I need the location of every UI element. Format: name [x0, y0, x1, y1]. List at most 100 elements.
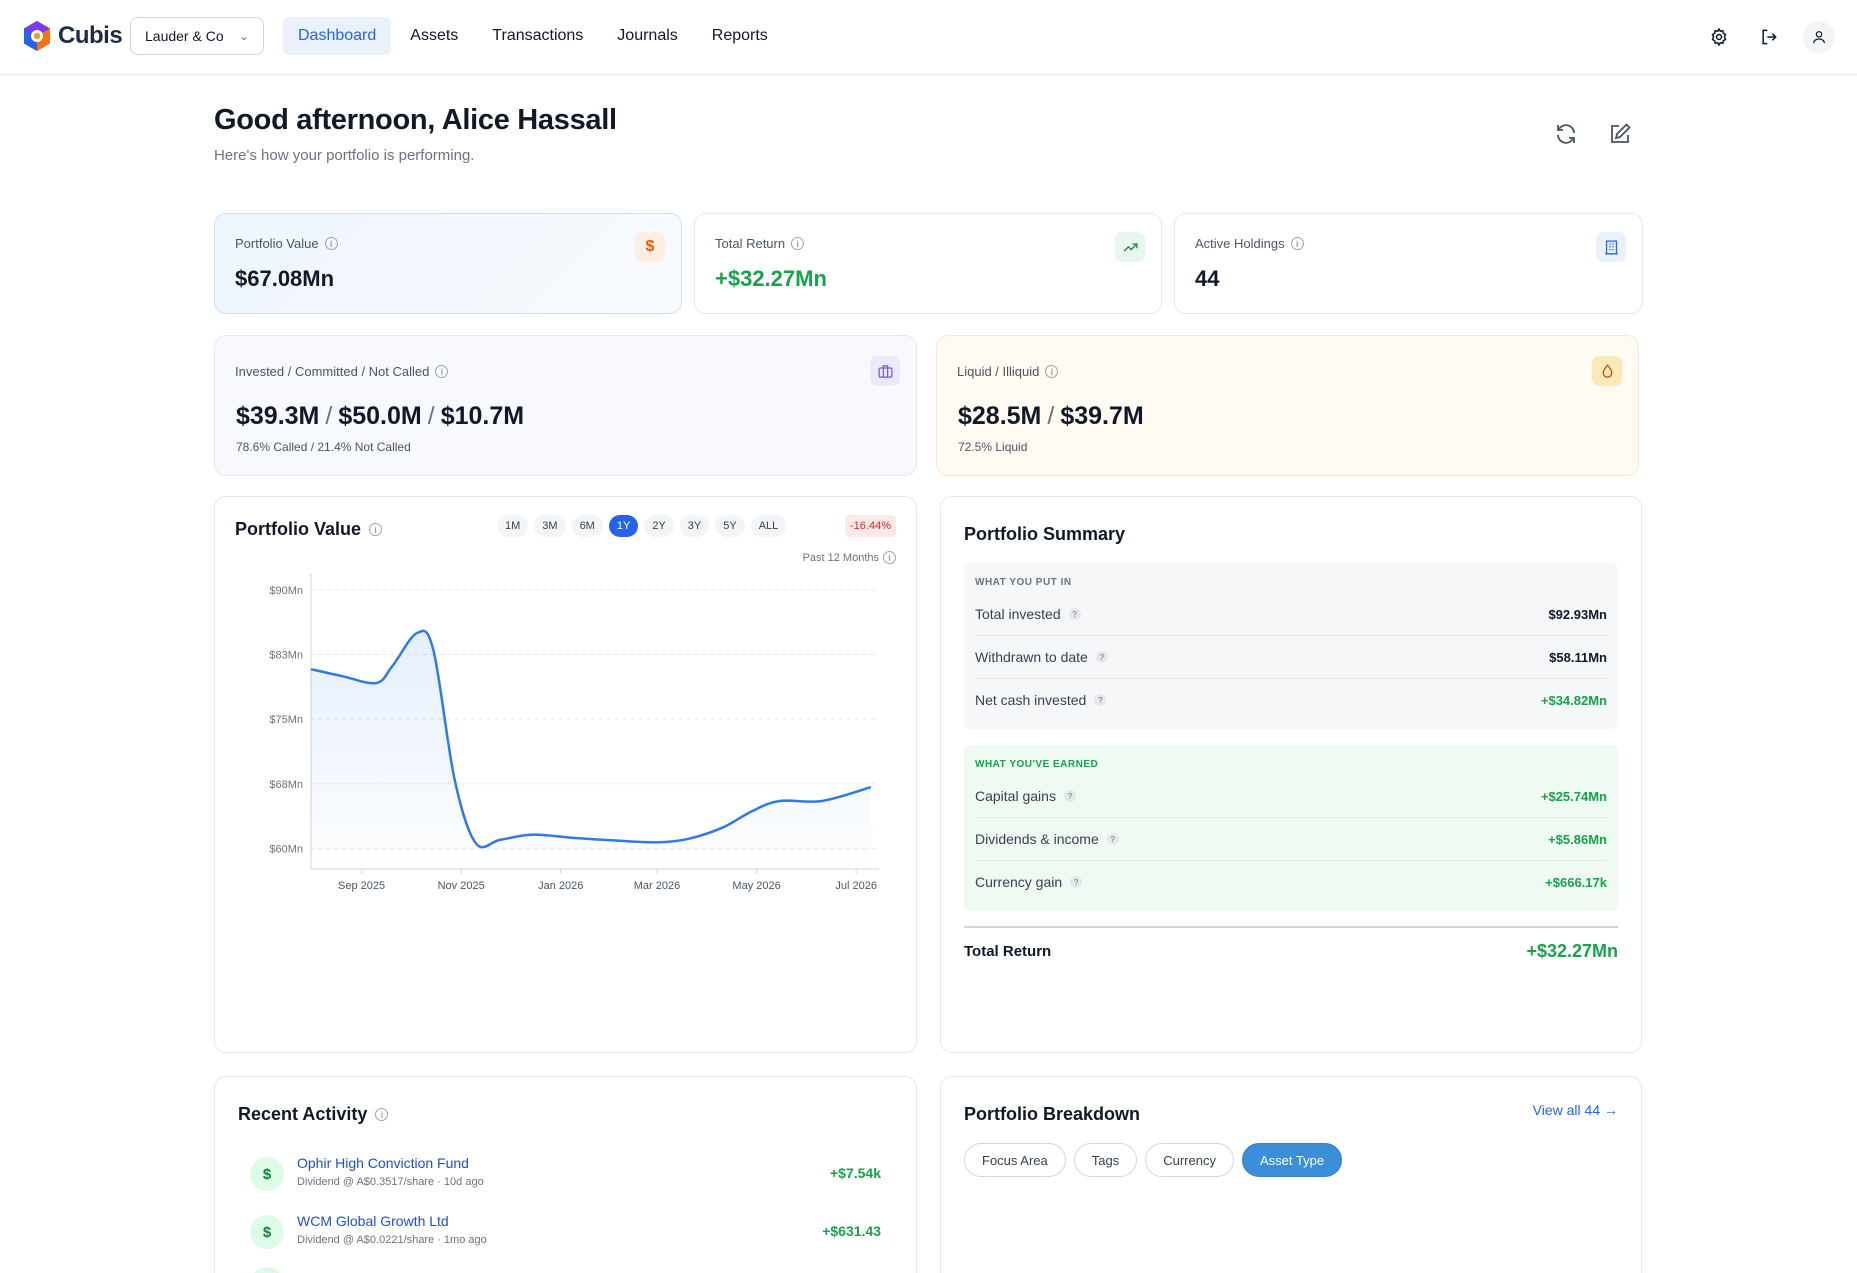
range-1y-button[interactable]: 1Y — [608, 515, 639, 537]
x-tick-label: Nov 2025 — [438, 880, 485, 892]
portfolio-summary-card: Portfolio Summary WHAT YOU PUT IN Total … — [940, 496, 1642, 1053]
range-5y-button[interactable]: 5Y — [715, 515, 745, 537]
gear-icon[interactable] — [1703, 21, 1735, 53]
y-tick-label: $68Mn — [269, 779, 303, 791]
info-icon[interactable]: i — [375, 1108, 389, 1121]
section-heading: WHAT YOU PUT IN — [975, 577, 1072, 588]
dollar-icon: $ — [250, 1215, 284, 1249]
info-icon[interactable]: i — [435, 365, 449, 378]
logout-icon[interactable] — [1753, 21, 1785, 53]
organization-select-value: Lauder & Co — [145, 28, 224, 44]
app-logo[interactable]: Cubis — [22, 20, 123, 52]
stat-label: Total Return i — [715, 236, 805, 251]
building-icon — [1596, 232, 1626, 262]
chip-focus-area[interactable]: Focus Area — [964, 1143, 1066, 1177]
activity-detail: Dividend @ A$0.0221/share · 1mo ago — [297, 1234, 487, 1246]
liquidity-card[interactable]: Liquid / Illiquid i $28.5M / $39.7M 72.5% … — [936, 335, 1639, 476]
info-icon[interactable]: i — [1045, 365, 1059, 378]
summary-row: Total invested? $92.93Mn — [975, 606, 1607, 622]
range-3m-button[interactable]: 3M — [534, 515, 566, 537]
portfolio-value-chart-card: Portfolio Value i 1M 3M 6M 1Y 2Y 3Y 5Y A… — [214, 496, 917, 1053]
portfolio-value-chart[interactable]: $90Mn $83Mn $75Mn $68Mn $60Mn Sep 2025 Nov 202… — [215, 557, 918, 1037]
summary-value: +$5.86Mn — [1548, 831, 1607, 847]
activity-name-link[interactable]: WCM Global Growth Ltd — [297, 1213, 449, 1229]
chart-title: Portfolio Value i — [235, 519, 383, 540]
portfolio-value-card[interactable]: Portfolio Value i $67.08Mn $ — [214, 213, 682, 314]
summary-value: +$25.74Mn — [1540, 788, 1607, 804]
info-icon[interactable]: i — [791, 237, 805, 250]
range-3y-button[interactable]: 3Y — [679, 515, 710, 537]
dollar-icon: $ — [635, 232, 665, 262]
page-title: Good afternoon, Alice Hassall — [214, 104, 617, 136]
activity-name-link[interactable]: Ophir High Conviction Fund — [297, 1155, 469, 1171]
info-icon[interactable]: i — [369, 523, 383, 536]
value-separator: / — [427, 402, 435, 430]
help-icon[interactable]: ? — [1095, 651, 1108, 663]
view-all-link[interactable]: View all 44 → — [1533, 1102, 1618, 1118]
commitments-card[interactable]: Invested / Committed / Not Called i $39.… — [214, 335, 917, 476]
summary-row: Capital gains? +$25.74Mn — [975, 788, 1607, 804]
help-icon[interactable]: ? — [1063, 790, 1076, 802]
total-divider — [964, 926, 1618, 928]
put-in-section: WHAT YOU PUT IN Total invested? $92.93Mn… — [964, 563, 1618, 729]
help-icon[interactable]: ? — [1094, 694, 1107, 706]
x-tick-label: Mar 2026 — [634, 880, 680, 892]
committed-value: $50.0M — [338, 402, 422, 430]
range-all-button[interactable]: ALL — [750, 515, 787, 537]
not-called-value: $10.7M — [440, 402, 525, 430]
info-icon[interactable]: i — [324, 237, 338, 250]
activity-item[interactable]: $ WCM Global Growth Ltd Dividend @ A$0.0… — [250, 1209, 881, 1259]
active-holdings-value: 44 — [1195, 266, 1220, 291]
y-tick-label: $83Mn — [269, 650, 303, 662]
stat-label: Invested / Committed / Not Called i — [235, 364, 449, 379]
stat-label: Active Holdings i — [1195, 236, 1304, 251]
help-icon[interactable]: ? — [1068, 608, 1081, 620]
nav-item-reports[interactable]: Reports — [697, 17, 783, 55]
user-icon[interactable] — [1803, 21, 1835, 53]
nav-item-journals[interactable]: Journals — [602, 17, 692, 55]
range-2y-button[interactable]: 2Y — [644, 515, 674, 537]
main-nav: Dashboard Assets Transactions Journals R… — [283, 17, 783, 55]
top-actions — [1703, 21, 1835, 53]
app-name: Cubis — [58, 22, 123, 49]
summary-row: Dividends & income? +$5.86Mn — [975, 831, 1607, 847]
summary-value: $58.11Mn — [1549, 649, 1607, 665]
total-return-card[interactable]: Total Return i +$32.27Mn — [694, 213, 1162, 314]
chip-currency[interactable]: Currency — [1145, 1143, 1234, 1177]
liquidity-values: $28.5M / $39.7M — [958, 402, 1144, 431]
commitments-note: 78.6% Called / 21.4% Not Called — [236, 440, 411, 454]
earned-section: WHAT YOU'VE EARNED Capital gains? +$25.7… — [964, 745, 1618, 911]
summary-value: +$666.17k — [1545, 874, 1607, 890]
activity-item[interactable]: $ Ophir High Conviction Fund Dividend @ … — [250, 1151, 881, 1201]
nav-item-dashboard[interactable]: Dashboard — [283, 17, 392, 55]
help-icon[interactable]: ? — [1070, 876, 1083, 888]
organization-select[interactable]: Lauder & Co ⌄ — [130, 17, 264, 55]
range-6m-button[interactable]: 6M — [571, 515, 603, 537]
droplet-icon — [1592, 356, 1622, 386]
summary-row: Currency gain? +$666.17k — [975, 874, 1607, 890]
stat-label: Portfolio Value i — [235, 236, 338, 251]
summary-row: Net cash invested? +$34.82Mn — [975, 692, 1607, 708]
edit-icon[interactable] — [1606, 120, 1634, 148]
chip-tags[interactable]: Tags — [1073, 1143, 1138, 1177]
info-icon[interactable]: i — [1290, 237, 1304, 250]
nav-item-transactions[interactable]: Transactions — [477, 17, 598, 55]
portfolio-breakdown-card: Portfolio Breakdown View all 44 → Focus … — [940, 1076, 1642, 1273]
change-badge: -16.44% — [845, 515, 896, 537]
commitments-values: $39.3M / $50.0M / $10.7M — [236, 402, 524, 431]
active-holdings-card[interactable]: Active Holdings i 44 — [1174, 213, 1643, 314]
value-separator: / — [325, 402, 333, 430]
value-separator: / — [1047, 402, 1055, 430]
help-icon[interactable]: ? — [1106, 833, 1119, 845]
nav-item-assets[interactable]: Assets — [395, 17, 473, 55]
total-return-total: +$32.27Mn — [1526, 941, 1618, 961]
refresh-icon[interactable] — [1552, 120, 1580, 148]
liquidity-note: 72.5% Liquid — [958, 440, 1028, 454]
chip-asset-type[interactable]: Asset Type — [1241, 1143, 1343, 1177]
invested-value: $39.3M — [236, 402, 320, 430]
illiquid-value: $39.7M — [1060, 402, 1144, 430]
summary-value: $92.93Mn — [1548, 606, 1607, 622]
range-1m-button[interactable]: 1M — [497, 515, 529, 537]
stat-label: Liquid / Illiquid i — [957, 364, 1059, 379]
recent-activity-card: Recent Activity i $ Ophir High Convictio… — [214, 1076, 917, 1273]
